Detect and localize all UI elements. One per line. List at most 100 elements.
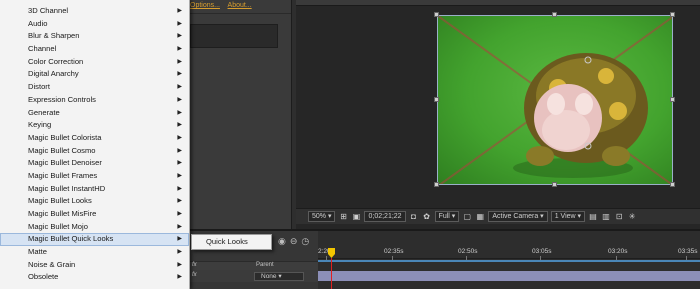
ruler-tick-label: 03:05s [532,248,552,255]
menu-item-label: Magic Bullet InstantHD [28,183,106,193]
timecode-display[interactable]: 0;02;21;22 [364,211,406,222]
menu-item-label: Obsolete [28,272,59,282]
menu-item-magic-bullet-looks[interactable]: Magic Bullet Looks ▶ [0,195,189,208]
camera-value: Active Camera [492,213,539,220]
camera-dropdown[interactable]: Active Camera ▾ [488,211,548,222]
submenu-arrow-icon: ▶ [177,58,182,65]
menu-item-magic-bullet-frames[interactable]: Magic Bullet Frames ▶ [0,170,189,183]
viewer-toolbar: 50% ▾ ⊞ ▣ 0;02;21;22 ◘ ✿ Full ▾ ▢ ▦ Acti… [296,208,700,224]
submenu-arrow-icon: ▶ [177,8,182,14]
timeline-icon[interactable]: ▥ [601,212,611,222]
menu-item-noise-grain[interactable]: Noise & Grain ▶ [0,259,189,272]
menu-item-distort[interactable]: Distort ▶ [0,81,189,94]
zoom-dropdown[interactable]: 50% ▾ [308,211,336,222]
submenu-arrow-icon: ▶ [177,211,182,217]
composition-image [438,16,672,184]
menu-item-magic-bullet-quick-looks[interactable]: Magic Bullet Quick Looks ▶ [0,233,189,247]
submenu-arrow-icon: ▶ [177,46,182,53]
current-time-line [331,258,332,289]
menu-item-digital-anarchy[interactable]: Digital Anarchy ▶ [0,68,189,81]
submenu-arrow-icon: ▶ [177,122,182,129]
exposure-icon[interactable]: ✳ [627,212,637,222]
menu-item-3d-channel[interactable]: 3D Channel ▶ [0,5,189,18]
parent-dropdown[interactable]: None ▾ [254,272,304,281]
submenu-arrow-icon: ▶ [177,84,182,91]
menu-item-label: Expression Controls [28,94,96,104]
transform-handle[interactable] [670,182,675,187]
ruler-tick-label: 02:50s [458,248,478,255]
submenu-arrow-icon: ▶ [177,223,182,230]
menu-item-color-correction[interactable]: Color Correction ▶ [0,56,189,69]
layer-header-row: fx [190,261,318,270]
menu-item-label: Keying [28,120,52,130]
composition-frame[interactable] [437,15,673,185]
transform-handle[interactable] [552,12,557,17]
transform-handle[interactable] [670,12,675,17]
submenu-item-quick-looks[interactable]: Quick Looks [191,234,272,250]
menu-item-magic-bullet-mojo[interactable]: Magic Bullet Mojo ▶ [0,221,189,234]
menu-item-label: Magic Bullet Colorista [28,132,102,142]
menu-item-channel[interactable]: Channel ▶ [0,43,189,56]
menu-item-blur-sharpen[interactable]: Blur & Sharpen ▶ [0,30,189,43]
menu-item-label: Generate [28,107,60,117]
plugin-links: Options... About... [190,2,291,14]
flowchart-icon[interactable]: ⊡ [614,212,624,222]
about-link[interactable]: About... [228,2,252,9]
time-ruler[interactable]: 2:20s 02:35s 02:50s 03:05s 03:20s 03:35s [318,245,700,260]
submenu-arrow-icon: ▶ [177,185,182,192]
effect-controls-panel: Options... About... [190,0,292,229]
resolution-dropdown[interactable]: Full ▾ [434,211,460,222]
submenu-arrow-icon: ▶ [177,261,182,268]
menu-item-expression-controls[interactable]: Expression Controls ▶ [0,94,189,107]
menu-item-matte[interactable]: Matte ▶ [0,246,189,259]
resolution-value: Full [438,213,450,220]
submenu-arrow-icon: ▶ [177,33,182,40]
layer-duration-bar[interactable] [318,271,700,281]
menu-item-magic-bullet-cosmo[interactable]: Magic Bullet Cosmo ▶ [0,145,189,158]
submenu-arrow-icon: ▶ [177,172,182,179]
menu-item-keying[interactable]: Keying ▶ [0,119,189,132]
fx-icon: fx [192,262,197,268]
channel-icon[interactable]: ✿ [422,212,432,222]
camera-icon[interactable]: ◘ [409,212,419,222]
parent-value: None [261,273,277,280]
transform-handle[interactable] [434,97,439,102]
transparency-icon[interactable]: ▦ [475,212,485,222]
transform-handle[interactable] [552,182,557,187]
menu-item-obsolete[interactable]: Obsolete ▶ [0,271,189,284]
menu-item-label: Magic Bullet Cosmo [28,145,96,155]
timeline-graph[interactable]: 2:20s 02:35s 02:50s 03:05s 03:20s 03:35s [318,231,700,289]
menu-item-label: Magic Bullet Denoiser [28,158,102,168]
menu-item-generate[interactable]: Generate ▶ [0,107,189,120]
region-icon[interactable]: ▣ [351,212,361,222]
submenu-arrow-icon: ▶ [177,109,182,116]
submenu-arrow-icon: ▶ [177,198,182,205]
menu-item-label: Noise & Grain [28,259,76,269]
pixel-aspect-icon[interactable]: ▤ [588,212,598,222]
menu-item-label: Audio [28,18,48,28]
submenu-arrow-icon: ▶ [177,147,182,154]
menu-item-magic-bullet-denoiser[interactable]: Magic Bullet Denoiser ▶ [0,157,189,170]
ruler-tick-label: 02:35s [384,248,404,255]
menu-item-label: 3D Channel [28,6,69,15]
menu-item-label: Magic Bullet Mojo [28,221,88,231]
roi-icon[interactable]: ▢ [462,212,472,222]
submenu-arrow-icon: ▶ [177,236,182,243]
options-link[interactable]: Options... [190,2,220,9]
menu-item-magic-bullet-colorista[interactable]: Magic Bullet Colorista ▶ [0,132,189,145]
transform-handle[interactable] [670,97,675,102]
menu-item-magic-bullet-instanthd[interactable]: Magic Bullet InstantHD ▶ [0,183,189,196]
transform-handle[interactable] [434,182,439,187]
work-area-bar[interactable] [318,260,700,262]
ruler-tick-label: 03:20s [608,248,628,255]
timeline-switch-icons[interactable]: ◉⊖◷ [278,236,313,247]
transform-handle[interactable] [434,12,439,17]
menu-item-label: Magic Bullet MisFire [28,209,97,218]
submenu-arrow-icon: ▶ [177,20,182,27]
menu-item-audio[interactable]: Audio ▶ [0,18,189,31]
submenu-arrow-icon: ▶ [177,96,182,103]
fx-icon: fx [192,272,197,278]
menu-item-magic-bullet-misfire[interactable]: Magic Bullet MisFire ▶ [0,208,189,221]
grid-icon[interactable]: ⊞ [338,212,348,222]
views-dropdown[interactable]: 1 View ▾ [550,211,586,222]
